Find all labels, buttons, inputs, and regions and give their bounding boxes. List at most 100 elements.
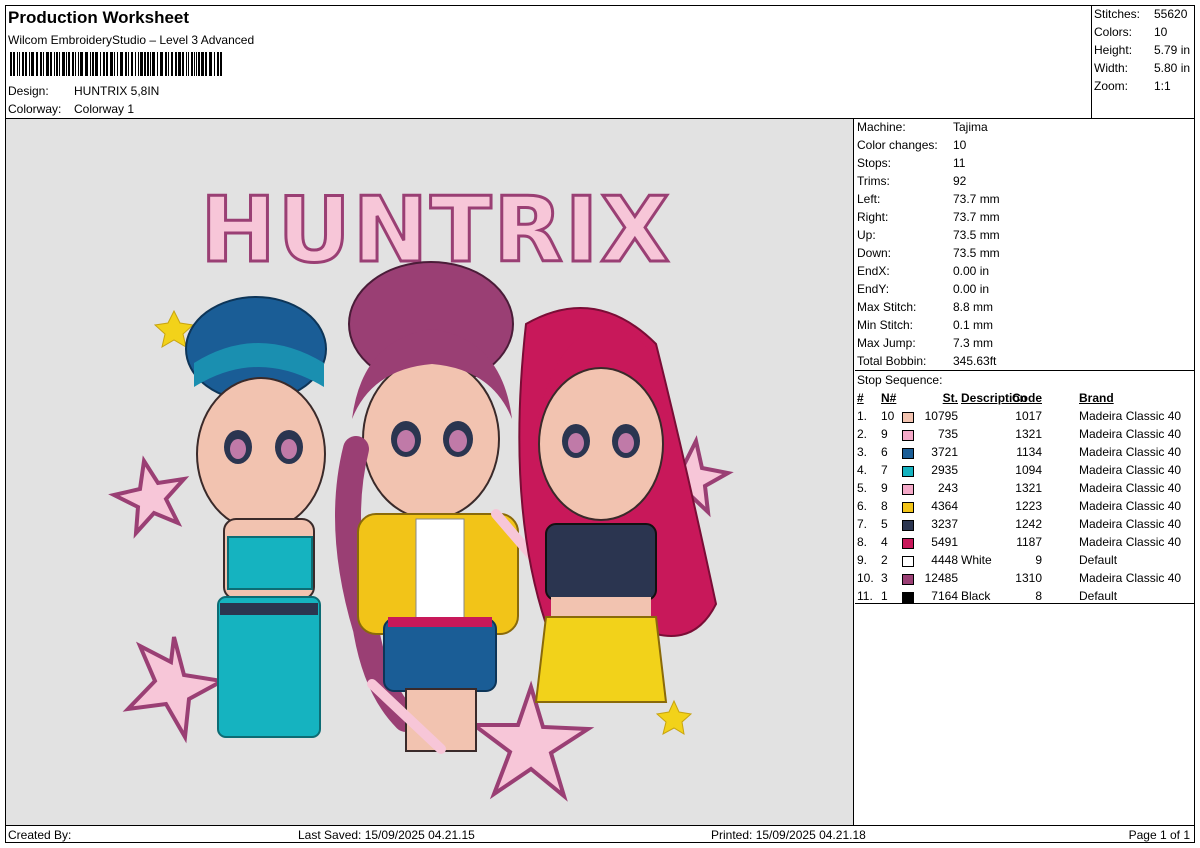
colorway-value: Colorway 1: [74, 102, 135, 116]
property-row: EndY: 0.00 in: [857, 282, 989, 296]
stitch-count: 243: [937, 481, 958, 495]
property-label: EndY:: [857, 282, 890, 296]
col-brand: Brand: [1079, 391, 1114, 405]
worksheet-footer: Created By: Last Saved: 15/09/2025 04.21…: [6, 825, 1194, 842]
property-value: 0.1 mm: [953, 318, 994, 332]
property-row: Down: 73.5 mm: [857, 246, 1000, 260]
property-value: 73.7 mm: [953, 192, 1000, 206]
stop-number: 6.: [857, 499, 868, 513]
stitch-count: 10795: [924, 409, 958, 423]
embroidery-artwork: HUNTRIX: [108, 177, 734, 802]
color-swatch: [902, 466, 914, 477]
stitch-count: 4364: [931, 499, 958, 513]
stop-number: 5.: [857, 481, 868, 495]
stop-row: 2. 9 735 1321 Madeira Classic 40: [855, 427, 1194, 445]
property-value: 8.8 mm: [953, 300, 994, 314]
needle-number: 8: [881, 499, 888, 513]
thread-brand: Madeira Classic 40: [1079, 499, 1182, 513]
thread-brand: Madeira Classic 40: [1079, 427, 1182, 441]
color-swatch: [902, 538, 914, 549]
thread-brand: Madeira Classic 40: [1079, 571, 1182, 585]
color-swatch: [902, 574, 914, 585]
color-swatch: [902, 502, 914, 513]
property-row: Max Stitch: 8.8 mm: [857, 300, 993, 314]
thread-code: 1094: [1015, 463, 1042, 477]
character-right: [518, 307, 718, 703]
property-row: EndX: 0.00 in: [857, 264, 989, 278]
property-value: 11: [953, 156, 966, 170]
height-row: Height: 5.79 in: [1094, 43, 1190, 57]
needle-number: 5: [881, 517, 888, 531]
colors-label: Colors:: [1094, 25, 1133, 39]
property-row: Trims: 92: [857, 174, 966, 188]
star-icon: [122, 636, 229, 744]
thread-brand: Madeira Classic 40: [1079, 445, 1182, 459]
page-number: Page 1 of 1: [1128, 828, 1190, 842]
thread-brand: Madeira Classic 40: [1079, 409, 1182, 423]
width-label: Width:: [1094, 61, 1129, 75]
page-title: Production Worksheet: [8, 8, 190, 27]
colors-value: 10: [1154, 25, 1168, 39]
property-label: Total Bobbin:: [857, 354, 927, 368]
property-value: 0.00 in: [953, 264, 990, 278]
stop-row: 5. 9 243 1321 Madeira Classic 40: [855, 481, 1194, 499]
colorway-row: Colorway: Colorway 1: [8, 102, 134, 116]
thread-code: 1242: [1015, 517, 1042, 531]
stop-row: 8. 4 5491 1187 Madeira Classic 40: [855, 535, 1194, 553]
stop-number: 2.: [857, 427, 868, 441]
needle-number: 6: [881, 445, 888, 459]
property-label: Up:: [857, 228, 876, 242]
needle-number: 4: [881, 535, 888, 549]
col-needle: N#: [881, 391, 897, 405]
zoom-row: Zoom: 1:1: [1094, 79, 1171, 93]
property-value: 7.3 mm: [953, 336, 994, 350]
stop-row: 1. 10 10795 1017 Madeira Classic 40: [855, 409, 1194, 427]
thread-code: 1310: [1015, 571, 1042, 585]
thread-brand: Madeira Classic 40: [1079, 463, 1182, 477]
height-label: Height:: [1094, 43, 1133, 57]
zoom-value: 1:1: [1154, 79, 1171, 93]
stop-number: 10.: [857, 571, 874, 585]
star-icon: [655, 699, 693, 735]
stop-row: 6. 8 4364 1223 Madeira Classic 40: [855, 499, 1194, 517]
property-value: 0.00 in: [953, 282, 990, 296]
needle-number: 2: [881, 553, 888, 567]
needle-number: 9: [881, 481, 888, 495]
star-icon: [468, 680, 595, 802]
colorway-label: Colorway:: [8, 102, 62, 116]
thread-brand: Default: [1079, 553, 1118, 567]
stitch-count: 735: [937, 427, 958, 441]
property-label: Max Stitch:: [857, 300, 917, 314]
stop-number: 7.: [857, 517, 868, 531]
property-row: Total Bobbin: 345.63ft: [857, 354, 996, 368]
stop-row: 11. 1 7164 Black 8 Default: [855, 589, 1194, 607]
property-label: Stops:: [857, 156, 892, 170]
stitch-count: 2935: [931, 463, 958, 477]
width-value: 5.80 in: [1154, 61, 1191, 75]
needle-number: 10: [881, 409, 895, 423]
property-value: 73.5 mm: [953, 246, 1000, 260]
stitch-count: 7164: [931, 589, 958, 603]
property-row: Machine: Tajima: [857, 120, 988, 134]
stop-sequence-header: # N# St. Description Code Brand: [855, 391, 1194, 409]
character-left: [185, 296, 327, 738]
summary-box: Stitches: 55620 Colors: 10 Height: 5.79 in …: [1091, 6, 1194, 119]
stop-number: 11.: [857, 589, 873, 603]
property-label: Down:: [857, 246, 892, 260]
worksheet-header: Production Worksheet Wilcom EmbroiderySt…: [6, 6, 1194, 119]
property-label: Left:: [857, 192, 881, 206]
colors-row: Colors: 10: [1094, 25, 1167, 39]
thread-brand: Default: [1079, 589, 1118, 603]
property-value: 10: [953, 138, 967, 152]
barcode-image: [10, 52, 222, 76]
thread-brand: Madeira Classic 40: [1079, 535, 1182, 549]
property-row: Stops: 11: [857, 156, 965, 170]
property-row: Min Stitch: 0.1 mm: [857, 318, 993, 332]
property-row: Color changes: 10: [857, 138, 966, 152]
property-row: Left: 73.7 mm: [857, 192, 1000, 206]
col-code: Code: [1012, 391, 1042, 405]
col-num: #: [857, 391, 864, 405]
thread-code: 1223: [1015, 499, 1042, 513]
thread-code: 1187: [1016, 535, 1042, 549]
thread-code: 9: [1035, 553, 1042, 567]
